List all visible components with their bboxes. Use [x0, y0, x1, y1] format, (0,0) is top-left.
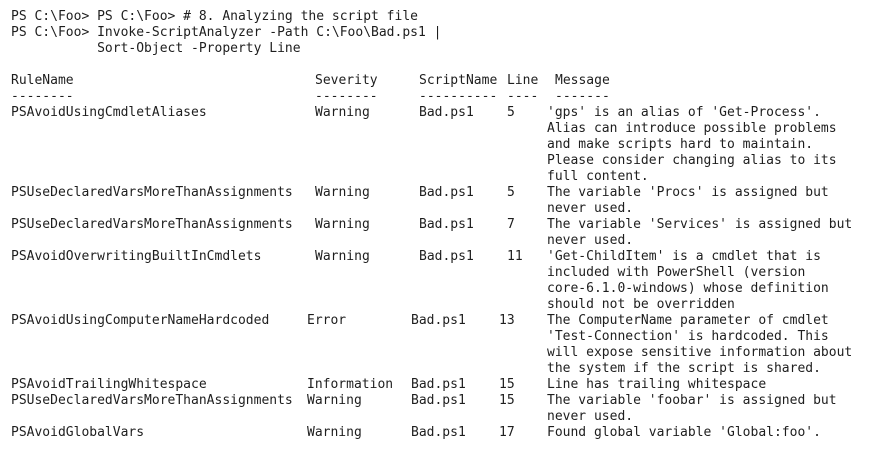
message-line: and make scripts hard to maintain.: [547, 137, 814, 152]
line-number: 5: [507, 105, 515, 120]
rule-name: PSAvoidGlobalVars: [11, 425, 145, 440]
script-name: Bad.ps1: [411, 377, 466, 392]
column-header-rulename: RuleName: [11, 73, 74, 88]
message-line: never used.: [547, 201, 634, 216]
script-name: Bad.ps1: [411, 393, 466, 408]
message-line: never used.: [547, 233, 634, 248]
script-name: Bad.ps1: [411, 425, 466, 440]
line-number: 5: [507, 185, 515, 200]
column-header-message: Message: [555, 73, 610, 88]
script-name: Bad.ps1: [411, 313, 466, 328]
column-header-line: Line: [507, 73, 539, 88]
line-number: 7: [507, 217, 515, 232]
message-line: never used.: [547, 409, 634, 424]
severity: Warning: [315, 185, 370, 200]
message-line: The variable 'Procs' is assigned but: [547, 185, 829, 200]
line-number: 15: [499, 393, 515, 408]
header-underline: --------: [315, 89, 378, 104]
severity: Warning: [315, 217, 370, 232]
message-line: included with PowerShell (version: [547, 265, 806, 280]
line-number: 11: [507, 249, 523, 264]
line-number: 17: [499, 425, 515, 440]
rule-name: PSUseDeclaredVarsMoreThanAssignments: [11, 393, 293, 408]
script-name: Bad.ps1: [419, 217, 474, 232]
message-line: 'Test-Connection' is hardcoded. This: [547, 329, 829, 344]
script-name: Bad.ps1: [419, 185, 474, 200]
severity: Warning: [307, 393, 362, 408]
prompt-line: PS C:\Foo> PS C:\Foo> # 8. Analyzing the…: [11, 9, 418, 24]
message-line: Line has trailing whitespace: [547, 377, 767, 392]
rule-name: PSAvoidUsingComputerNameHardcoded: [11, 313, 270, 328]
column-header-scriptname: ScriptName: [419, 73, 498, 88]
message-line: Alias can introduce possible problems: [547, 121, 837, 136]
prompt-line: Sort-Object -Property Line: [11, 41, 301, 56]
severity: Warning: [307, 425, 362, 440]
prompt-line: PS C:\Foo> Invoke-ScriptAnalyzer -Path C…: [11, 25, 442, 40]
rule-name: PSAvoidUsingCmdletAliases: [11, 105, 207, 120]
message-line: should not be overridden: [547, 297, 735, 312]
severity: Information: [307, 377, 394, 392]
message-line: The variable 'Services' is assigned but: [547, 217, 853, 232]
rule-name: PSAvoidTrailingWhitespace: [11, 377, 207, 392]
header-underline: ----: [507, 89, 539, 104]
message-line: full content.: [547, 169, 649, 184]
rule-name: PSUseDeclaredVarsMoreThanAssignments: [11, 217, 293, 232]
message-line: 'gps' is an alias of 'Get-Process'.: [547, 105, 821, 120]
line-number: 15: [499, 377, 515, 392]
header-underline: ----------: [419, 89, 498, 104]
rule-name: PSAvoidOverwritingBuiltInCmdlets: [11, 249, 262, 264]
line-number: 13: [499, 313, 515, 328]
header-underline: -------: [555, 89, 610, 104]
header-underline: --------: [11, 89, 74, 104]
message-line: core-6.1.0-windows) whose definition: [547, 281, 829, 296]
script-name: Bad.ps1: [419, 105, 474, 120]
message-line: 'Get-ChildItem' is a cmdlet that is: [547, 249, 821, 264]
script-name: Bad.ps1: [419, 249, 474, 264]
message-line: The ComputerName parameter of cmdlet: [547, 313, 829, 328]
column-header-severity: Severity: [315, 73, 378, 88]
message-line: Please consider changing alias to its: [547, 153, 837, 168]
message-line: The variable 'foobar' is assigned but: [547, 393, 837, 408]
message-line: the system if the script is shared.: [547, 361, 821, 376]
severity: Warning: [315, 249, 370, 264]
message-line: Found global variable 'Global:foo'.: [547, 425, 821, 440]
rule-name: PSUseDeclaredVarsMoreThanAssignments: [11, 185, 293, 200]
severity: Error: [307, 313, 347, 328]
message-line: will expose sensitive information about: [547, 345, 853, 360]
severity: Warning: [315, 105, 370, 120]
powershell-console[interactable]: PS C:\Foo> PS C:\Foo> # 8. Analyzing the…: [0, 0, 874, 457]
